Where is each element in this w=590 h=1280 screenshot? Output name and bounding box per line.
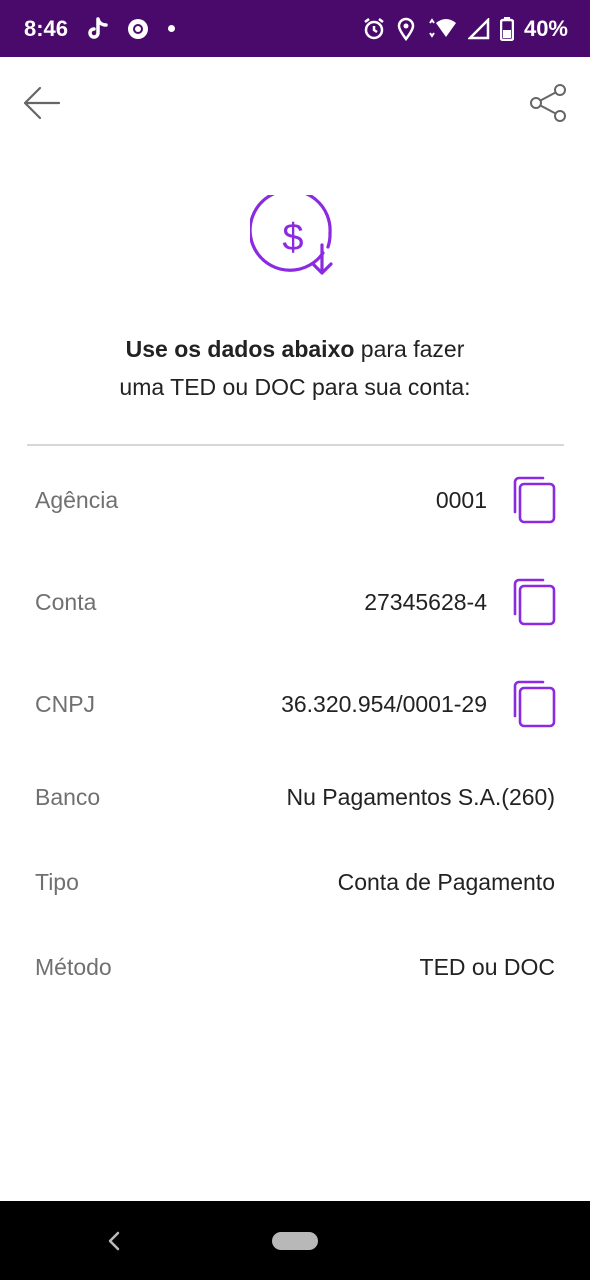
chevron-left-icon bbox=[108, 1231, 120, 1251]
tiktok-icon bbox=[86, 16, 108, 41]
back-button[interactable] bbox=[22, 85, 62, 121]
intro-bold: Use os dados abaixo bbox=[125, 336, 355, 362]
row-tipo: Tipo Conta de Pagamento bbox=[35, 862, 555, 902]
row-value: Nu Pagamentos S.A.(260) bbox=[286, 783, 555, 810]
copy-icon[interactable] bbox=[505, 678, 557, 730]
row-cnpj: CNPJ 36.320.954/0001-29 bbox=[35, 680, 556, 728]
row-label: CNPJ bbox=[35, 690, 96, 717]
row-value: 27345628-4 bbox=[364, 588, 487, 615]
row-value: 36.320.954/0001-29 bbox=[281, 690, 487, 717]
row-value: TED ou DOC bbox=[419, 953, 555, 980]
intro-line2: uma TED ou DOC para sua conta: bbox=[119, 374, 471, 400]
alarm-icon bbox=[362, 17, 386, 41]
row-label: Tipo bbox=[35, 868, 79, 895]
system-nav-bar bbox=[0, 1201, 590, 1280]
svg-text:$: $ bbox=[282, 217, 303, 259]
intro-rest: para fazer bbox=[354, 336, 465, 362]
battery-icon bbox=[499, 16, 514, 41]
battery-percent: 40% bbox=[523, 15, 568, 41]
notification-dot-icon bbox=[168, 25, 176, 32]
row-label: Agência bbox=[35, 486, 119, 513]
arrow-left-icon bbox=[23, 86, 61, 120]
row-banco: Banco Nu Pagamentos S.A.(260) bbox=[35, 777, 555, 817]
dollar-receive-icon: $ bbox=[248, 188, 340, 285]
row-label: Banco bbox=[35, 783, 101, 810]
wifi-icon bbox=[426, 17, 458, 41]
row-label: Conta bbox=[35, 588, 97, 615]
copy-icon[interactable] bbox=[505, 576, 557, 628]
top-nav bbox=[0, 57, 590, 147]
system-home-button[interactable] bbox=[272, 1232, 318, 1250]
row-conta: Conta 27345628-4 bbox=[35, 578, 556, 626]
location-icon bbox=[396, 17, 416, 41]
row-metodo: Método TED ou DOC bbox=[35, 947, 555, 987]
chrome-icon bbox=[126, 17, 150, 41]
share-icon bbox=[530, 84, 566, 122]
status-time: 8:46 bbox=[24, 15, 69, 41]
copy-icon[interactable] bbox=[505, 474, 557, 526]
system-back-button[interactable] bbox=[104, 1228, 124, 1254]
share-button[interactable] bbox=[528, 83, 568, 123]
divider bbox=[27, 444, 564, 446]
row-label: Método bbox=[35, 953, 112, 980]
row-value: 0001 bbox=[435, 486, 487, 513]
intro-text: Use os dados abaixo para fazer uma TED o… bbox=[40, 330, 550, 406]
signal-icon bbox=[467, 17, 490, 40]
row-agencia: Agência 0001 bbox=[35, 476, 556, 524]
row-value: Conta de Pagamento bbox=[337, 868, 555, 895]
status-bar: 8:46 40% bbox=[0, 0, 590, 57]
